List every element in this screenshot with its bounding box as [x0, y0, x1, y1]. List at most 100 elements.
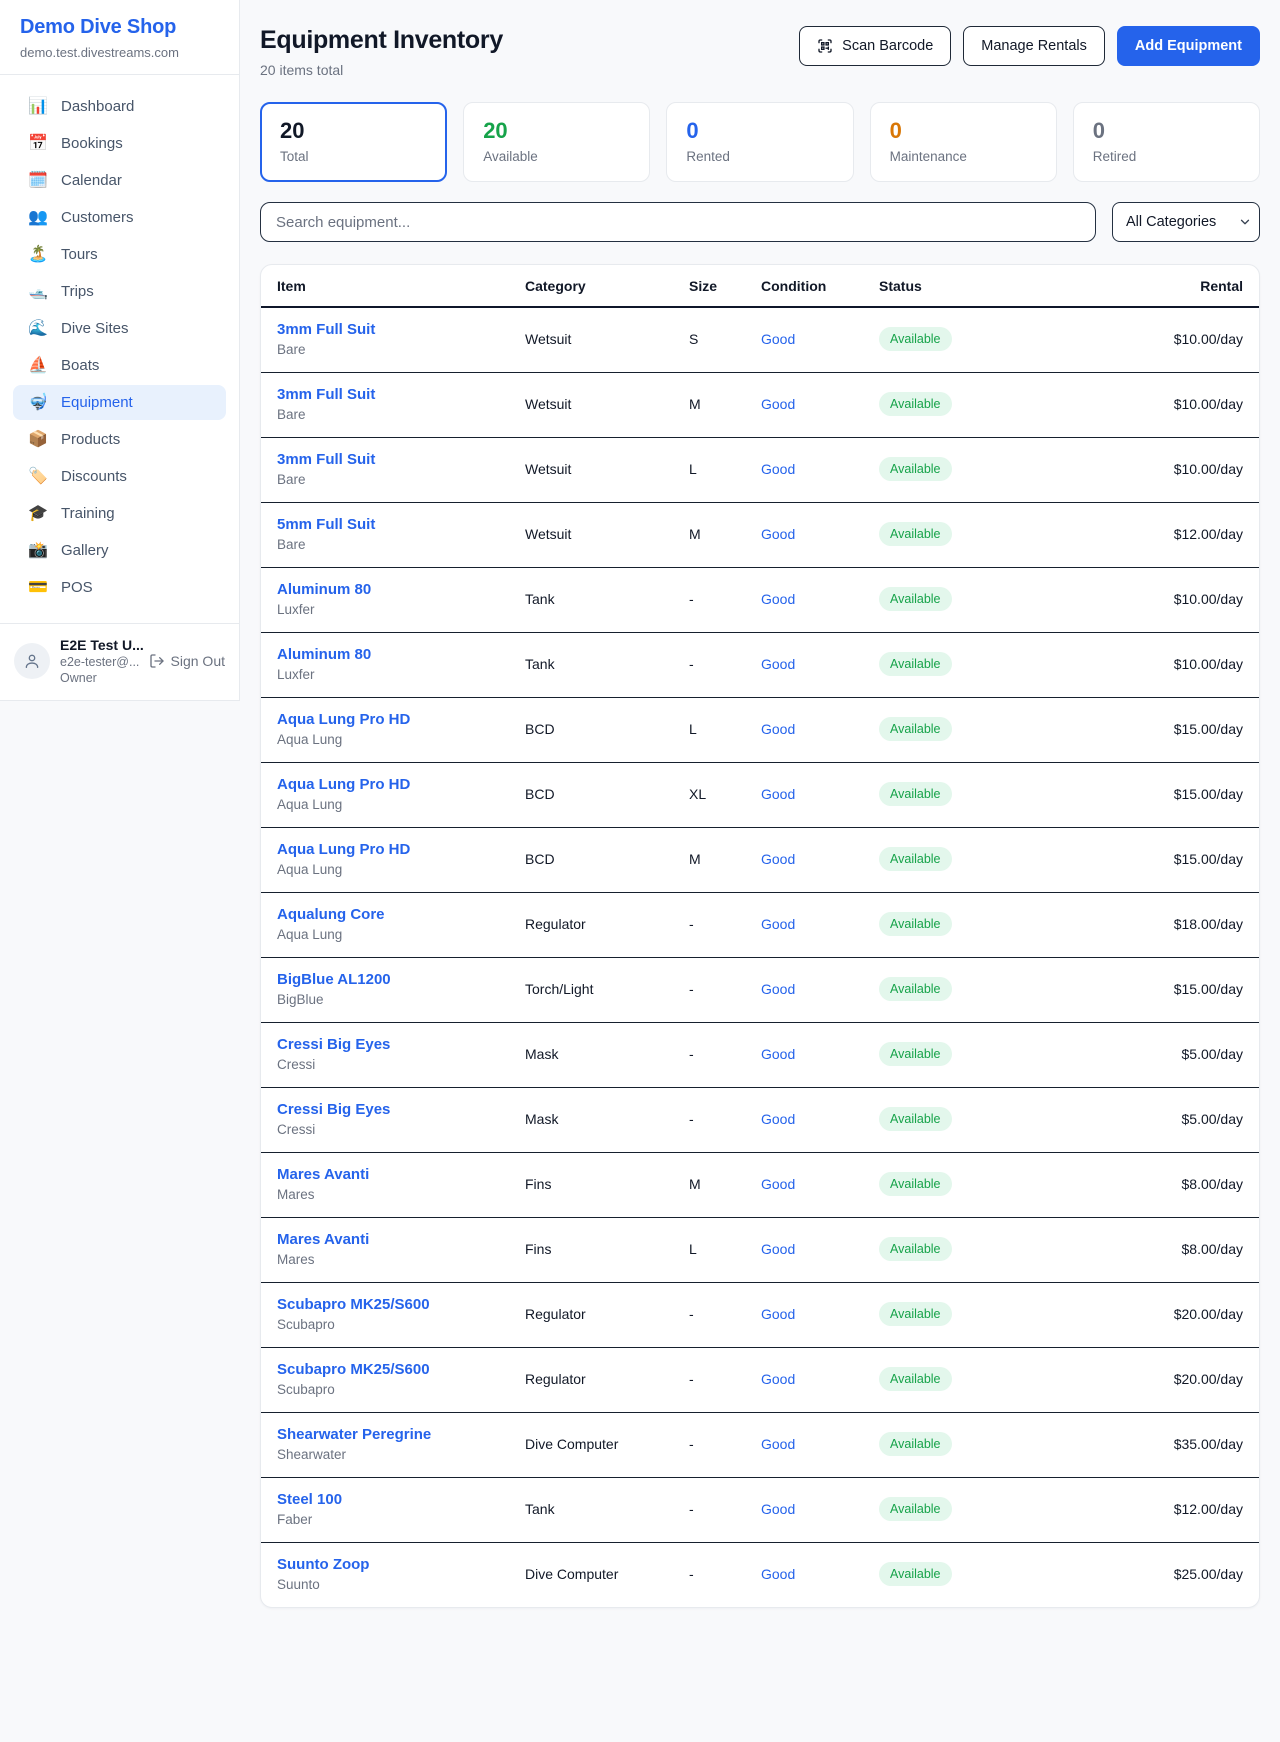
sign-out-button[interactable]: Sign Out: [149, 653, 225, 669]
sidebar-item[interactable]: 💳 POS: [13, 570, 226, 605]
condition-cell[interactable]: Good: [761, 1371, 879, 1387]
condition-cell[interactable]: Good: [761, 981, 879, 997]
category-cell: Wetsuit: [525, 331, 689, 347]
item-name-link[interactable]: Aqua Lung Pro HD: [277, 841, 525, 858]
status-cell: Available: [879, 1367, 1029, 1391]
condition-cell[interactable]: Good: [761, 851, 879, 867]
add-equipment-button[interactable]: Add Equipment: [1117, 26, 1260, 66]
nav-item-label: Calendar: [61, 172, 122, 189]
brand-name[interactable]: Demo Dive Shop: [20, 16, 219, 39]
condition-cell[interactable]: Good: [761, 1046, 879, 1062]
stat-card[interactable]: 20 Total: [260, 102, 447, 182]
sidebar-item[interactable]: 🛥️ Trips: [13, 274, 226, 309]
item-name-link[interactable]: Shearwater Peregrine: [277, 1426, 525, 1443]
status-badge: Available: [879, 522, 952, 546]
sidebar-item[interactable]: 🗓️ Calendar: [13, 163, 226, 198]
sidebar-item[interactable]: 🤿 Equipment: [13, 385, 226, 420]
condition-cell[interactable]: Good: [761, 396, 879, 412]
sidebar-item[interactable]: 📅 Bookings: [13, 126, 226, 161]
item-name-link[interactable]: Scubapro MK25/S600: [277, 1361, 525, 1378]
rental-cell: $20.00/day: [1029, 1306, 1243, 1322]
search-input[interactable]: [260, 202, 1096, 242]
rental-cell: $12.00/day: [1029, 1501, 1243, 1517]
sidebar-nav: 📊 Dashboard 📅 Bookings 🗓️ Calendar 👥 Cus…: [0, 75, 239, 617]
item-name-link[interactable]: 3mm Full Suit: [277, 451, 525, 468]
item-name-link[interactable]: Aluminum 80: [277, 646, 525, 663]
table-row: Cressi Big Eyes Cressi Mask - Good Avail…: [261, 1088, 1259, 1153]
rental-cell: $10.00/day: [1029, 331, 1243, 347]
sidebar-item[interactable]: 🏷️ Discounts: [13, 459, 226, 494]
item-name-link[interactable]: 5mm Full Suit: [277, 516, 525, 533]
condition-cell[interactable]: Good: [761, 1436, 879, 1452]
sidebar-item[interactable]: 📦 Products: [13, 422, 226, 457]
table-row: Shearwater Peregrine Shearwater Dive Com…: [261, 1413, 1259, 1478]
item-brand: Luxfer: [277, 602, 525, 617]
nav-item-label: POS: [61, 579, 93, 596]
condition-cell[interactable]: Good: [761, 1501, 879, 1517]
category-cell: Dive Computer: [525, 1436, 689, 1452]
manage-rentals-button[interactable]: Manage Rentals: [963, 26, 1105, 66]
sidebar-item[interactable]: 🌊 Dive Sites: [13, 311, 226, 346]
items-count: 20 items total: [260, 62, 503, 78]
category-select[interactable]: All Categories: [1112, 202, 1260, 242]
item-name-link[interactable]: Suunto Zoop: [277, 1556, 525, 1573]
sidebar-item[interactable]: 📊 Dashboard: [13, 89, 226, 124]
condition-cell[interactable]: Good: [761, 1241, 879, 1257]
user-info: E2E Test U... e2e-tester@... Owner: [60, 637, 139, 685]
sidebar-item[interactable]: 🎓 Training: [13, 496, 226, 531]
size-cell: -: [689, 1436, 761, 1452]
item-name-link[interactable]: Steel 100: [277, 1491, 525, 1508]
item-name-link[interactable]: Aluminum 80: [277, 581, 525, 598]
condition-cell[interactable]: Good: [761, 916, 879, 932]
status-badge: Available: [879, 977, 952, 1001]
item-brand: BigBlue: [277, 992, 525, 1007]
item-name-link[interactable]: Cressi Big Eyes: [277, 1036, 525, 1053]
scan-barcode-button[interactable]: Scan Barcode: [799, 26, 951, 66]
item-name-link[interactable]: Cressi Big Eyes: [277, 1101, 525, 1118]
item-name-link[interactable]: Aqua Lung Pro HD: [277, 711, 525, 728]
item-cell: Aqua Lung Pro HD Aqua Lung: [277, 711, 525, 747]
nav-item-label: Bookings: [61, 135, 123, 152]
stat-card[interactable]: 0 Retired: [1073, 102, 1260, 182]
condition-cell[interactable]: Good: [761, 721, 879, 737]
condition-cell[interactable]: Good: [761, 1111, 879, 1127]
condition-cell[interactable]: Good: [761, 1306, 879, 1322]
status-cell: Available: [879, 1172, 1029, 1196]
item-name-link[interactable]: Mares Avanti: [277, 1166, 525, 1183]
item-cell: Cressi Big Eyes Cressi: [277, 1101, 525, 1137]
table-row: Scubapro MK25/S600 Scubapro Regulator - …: [261, 1283, 1259, 1348]
status-badge: Available: [879, 1237, 952, 1261]
sidebar-item[interactable]: ⛵ Boats: [13, 348, 226, 383]
stat-value: 0: [1093, 118, 1240, 144]
status-cell: Available: [879, 1107, 1029, 1131]
stat-card[interactable]: 0 Rented: [666, 102, 853, 182]
item-name-link[interactable]: Aqua Lung Pro HD: [277, 776, 525, 793]
condition-cell[interactable]: Good: [761, 656, 879, 672]
item-name-link[interactable]: BigBlue AL1200: [277, 971, 525, 988]
item-name-link[interactable]: 3mm Full Suit: [277, 321, 525, 338]
nav-item-icon: 📅: [27, 136, 49, 152]
nav-item-icon: 🏷️: [27, 469, 49, 485]
condition-cell[interactable]: Good: [761, 591, 879, 607]
sidebar-item[interactable]: 👥 Customers: [13, 200, 226, 235]
condition-cell[interactable]: Good: [761, 331, 879, 347]
item-name-link[interactable]: 3mm Full Suit: [277, 386, 525, 403]
stat-card[interactable]: 20 Available: [463, 102, 650, 182]
condition-cell[interactable]: Good: [761, 526, 879, 542]
item-name-link[interactable]: Aqualung Core: [277, 906, 525, 923]
condition-cell[interactable]: Good: [761, 461, 879, 477]
condition-cell[interactable]: Good: [761, 1566, 879, 1582]
item-name-link[interactable]: Scubapro MK25/S600: [277, 1296, 525, 1313]
rental-cell: $8.00/day: [1029, 1176, 1243, 1192]
stat-card[interactable]: 0 Maintenance: [870, 102, 1057, 182]
item-name-link[interactable]: Mares Avanti: [277, 1231, 525, 1248]
rental-cell: $15.00/day: [1029, 721, 1243, 737]
condition-cell[interactable]: Good: [761, 786, 879, 802]
status-cell: Available: [879, 717, 1029, 741]
table-row: Mares Avanti Mares Fins M Good Available…: [261, 1153, 1259, 1218]
condition-cell[interactable]: Good: [761, 1176, 879, 1192]
sidebar-item[interactable]: 🏝️ Tours: [13, 237, 226, 272]
sidebar-item[interactable]: 📸 Gallery: [13, 533, 226, 568]
nav-item-icon: 🗓️: [27, 173, 49, 189]
item-brand: Faber: [277, 1512, 525, 1527]
